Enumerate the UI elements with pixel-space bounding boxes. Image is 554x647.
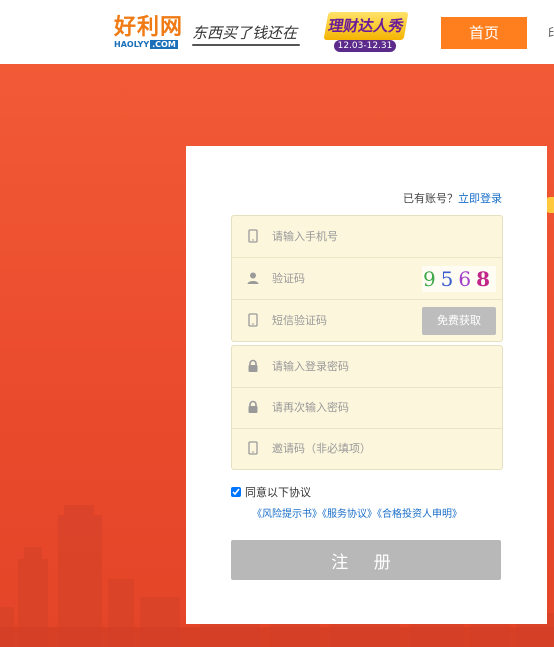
register-card: 已有账号？立即登录 9568 免费获取 <box>186 146 547 624</box>
verification-group: 9568 免费获取 <box>231 215 503 342</box>
promo-badge[interactable]: 理财达人秀 12.03-12.31 <box>322 12 410 54</box>
password-confirm-input[interactable] <box>272 397 442 417</box>
captcha-digit: 9 <box>422 267 441 291</box>
site-logo[interactable]: 好利网 HAOLYY .COM <box>114 16 186 50</box>
phone-input[interactable] <box>272 226 442 246</box>
agree-checkbox-label[interactable]: 同意以下协议 <box>231 486 311 500</box>
sms-code-input[interactable] <box>272 310 412 330</box>
invite-code-input[interactable] <box>272 438 442 458</box>
promo-date: 12.03-12.31 <box>334 40 396 52</box>
lock-icon <box>248 359 258 372</box>
logo-domain-name: HAOLYY <box>114 40 150 49</box>
sms-row: 免费获取 <box>232 300 502 341</box>
password-row <box>232 346 502 388</box>
captcha-digit: 5 <box>440 267 459 291</box>
service-agreement-link[interactable]: 《服务协议》 <box>322 509 377 520</box>
login-prompt-line: 已有账号？立即登录 <box>186 192 502 206</box>
nav-home-button[interactable]: 首页 <box>441 17 527 49</box>
password-confirm-row <box>232 387 502 429</box>
logo-domain-suffix: .COM <box>150 40 178 49</box>
lock-icon <box>248 400 258 413</box>
captcha-input[interactable] <box>272 268 412 288</box>
login-link[interactable]: 立即登录 <box>458 192 502 205</box>
user-icon <box>247 272 259 284</box>
promo-title: 理财达人秀 <box>323 12 409 40</box>
login-prompt: 已有账号？ <box>403 192 458 205</box>
agree-text: 同意以下协议 <box>245 486 311 499</box>
phone-row <box>232 216 502 258</box>
password-input[interactable] <box>272 356 442 376</box>
top-header: 好利网 HAOLYY .COM 东西买了钱还在 理财达人秀 12.03-12.31… <box>0 0 554 64</box>
captcha-row: 9568 <box>232 258 502 300</box>
site-slogan: 东西买了钱还在 <box>192 24 298 42</box>
decorative-ribbon <box>546 197 554 213</box>
slogan-underline <box>192 44 300 46</box>
logo-text: 好利网 <box>114 15 184 40</box>
register-button[interactable]: 注 册 <box>231 540 501 580</box>
qualified-investor-link[interactable]: 《合格投资人申明》 <box>377 509 462 520</box>
nav-item-partial[interactable]: 印 <box>548 17 554 49</box>
invite-row <box>232 428 502 469</box>
risk-disclosure-link[interactable]: 《风险提示书》 <box>252 509 322 520</box>
phone-icon <box>248 229 258 243</box>
phone-icon <box>248 441 258 455</box>
logo-domain: HAOLYY .COM <box>114 40 178 50</box>
agreement-links: 《风险提示书》《服务协议》《合格投资人申明》 <box>252 508 462 522</box>
captcha-digit: 8 <box>476 267 496 291</box>
captcha-digit: 6 <box>458 267 477 291</box>
get-sms-code-button[interactable]: 免费获取 <box>422 307 496 335</box>
checkbox-checked-icon[interactable] <box>231 487 241 497</box>
phone-icon <box>248 313 258 327</box>
password-group <box>231 345 503 470</box>
captcha-image[interactable]: 9568 <box>422 266 496 292</box>
